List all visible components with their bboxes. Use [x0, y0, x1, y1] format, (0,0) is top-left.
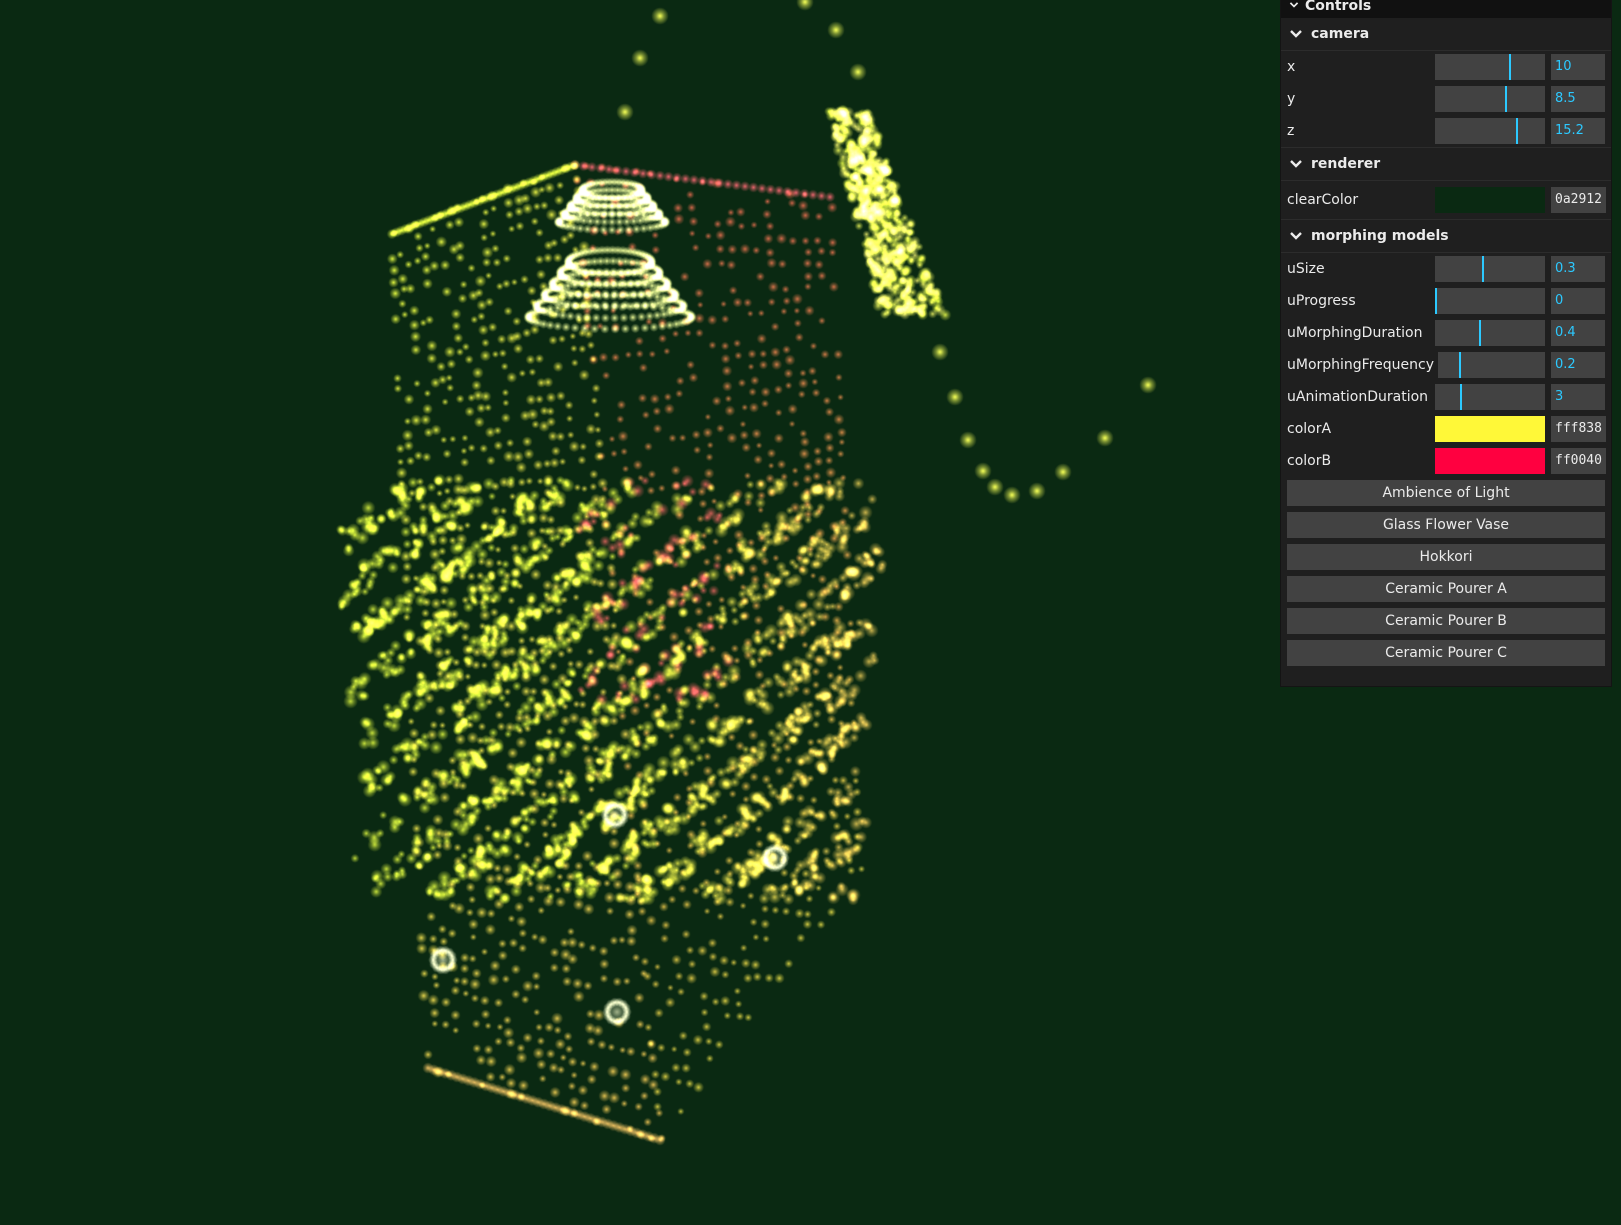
uprogress-slider-knob[interactable]	[1435, 288, 1437, 314]
controls-title-bar[interactable]: Controls	[1281, 0, 1611, 18]
controls-title-label: Controls	[1305, 0, 1372, 14]
camera-z-input[interactable]: 15.2	[1551, 118, 1605, 144]
camera-x-slider[interactable]	[1435, 54, 1545, 80]
uprogress-row: uProgress 0	[1281, 285, 1611, 317]
colora-label: colorA	[1287, 421, 1332, 437]
umorphingfrequency-label: uMorphingFrequency	[1287, 357, 1435, 373]
model-button-ambience-of-light[interactable]: Ambience of Light	[1287, 480, 1605, 506]
colorb-hex-input[interactable]: ff0040	[1551, 448, 1606, 474]
folder-camera-label: camera	[1311, 26, 1370, 42]
folder-renderer-label: renderer	[1311, 156, 1381, 172]
uanimationduration-slider-knob[interactable]	[1460, 384, 1463, 410]
folder-camera-header[interactable]: camera	[1281, 18, 1611, 51]
camera-y-slider-knob[interactable]	[1505, 86, 1508, 112]
uanimationduration-input[interactable]: 3	[1551, 384, 1605, 410]
colorb-label: colorB	[1287, 453, 1332, 469]
chevron-down-icon	[1290, 232, 1302, 240]
umorphingduration-input[interactable]: 0.4	[1551, 320, 1605, 346]
camera-z-label: z	[1287, 123, 1295, 139]
uprogress-label: uProgress	[1287, 293, 1356, 309]
colorb-swatch[interactable]	[1435, 448, 1545, 474]
camera-x-label: x	[1287, 59, 1296, 75]
clearcolor-swatch[interactable]	[1435, 187, 1545, 213]
uanimationduration-row: uAnimationDuration 3	[1281, 381, 1611, 413]
usize-label: uSize	[1287, 261, 1325, 277]
umorphingduration-row: uMorphingDuration 0.4	[1281, 317, 1611, 349]
umorphingduration-slider-knob[interactable]	[1479, 320, 1481, 346]
chevron-down-icon	[1290, 30, 1302, 38]
camera-z-row: z 15.2	[1281, 115, 1611, 147]
folder-renderer-header[interactable]: renderer	[1281, 147, 1611, 181]
model-button-hokkori[interactable]: Hokkori	[1287, 544, 1605, 570]
colora-swatch[interactable]	[1435, 416, 1545, 442]
uprogress-input[interactable]: 0	[1551, 288, 1605, 314]
clearcolor-label: clearColor	[1287, 192, 1359, 208]
umorphingfrequency-input[interactable]: 0.2	[1551, 352, 1605, 378]
model-button-glass-flower-vase[interactable]: Glass Flower Vase	[1287, 512, 1605, 538]
camera-x-input[interactable]: 10	[1551, 54, 1605, 80]
camera-x-slider-knob[interactable]	[1508, 54, 1511, 80]
model-button-ceramic-pourer-b[interactable]: Ceramic Pourer B	[1287, 608, 1605, 634]
umorphingduration-slider[interactable]	[1435, 320, 1545, 346]
controls-title: Controls	[1289, 0, 1371, 13]
uanimationduration-slider[interactable]	[1435, 384, 1545, 410]
chevron-down-icon	[1289, 2, 1299, 8]
usize-row: uSize 0.3	[1281, 253, 1611, 285]
camera-z-slider[interactable]	[1435, 118, 1545, 144]
camera-y-input[interactable]: 8.5	[1551, 86, 1605, 112]
controls-panel: Controls camera x 10 y 8.5 z 15.2 render…	[1281, 0, 1611, 686]
umorphingfrequency-slider-knob[interactable]	[1459, 352, 1462, 378]
clearcolor-row: clearColor 0a2912	[1281, 181, 1611, 219]
camera-y-row: y 8.5	[1281, 83, 1611, 115]
usize-input[interactable]: 0.3	[1551, 256, 1605, 282]
camera-y-label: y	[1287, 91, 1296, 107]
usize-slider[interactable]	[1435, 256, 1545, 282]
umorphingfrequency-row: uMorphingFrequency 0.2	[1281, 349, 1611, 381]
model-button-ceramic-pourer-c[interactable]: Ceramic Pourer C	[1287, 640, 1605, 666]
umorphingfrequency-slider[interactable]	[1438, 352, 1545, 378]
colora-row: colorA fff838	[1281, 413, 1611, 445]
colora-hex-input[interactable]: fff838	[1551, 416, 1606, 442]
uanimationduration-label: uAnimationDuration	[1287, 389, 1429, 405]
usize-slider-knob[interactable]	[1482, 256, 1485, 282]
uprogress-slider[interactable]	[1435, 288, 1545, 314]
clearcolor-hex-input[interactable]: 0a2912	[1551, 187, 1606, 213]
umorphingduration-label: uMorphingDuration	[1287, 325, 1423, 341]
model-button-ceramic-pourer-a[interactable]: Ceramic Pourer A	[1287, 576, 1605, 602]
camera-x-row: x 10	[1281, 51, 1611, 83]
folder-morphing-header[interactable]: morphing models	[1281, 219, 1611, 253]
colorb-row: colorB ff0040	[1281, 445, 1611, 477]
camera-y-slider[interactable]	[1435, 86, 1545, 112]
camera-z-slider-knob[interactable]	[1516, 118, 1519, 144]
chevron-down-icon	[1290, 160, 1302, 168]
folder-morphing-label: morphing models	[1311, 228, 1449, 244]
